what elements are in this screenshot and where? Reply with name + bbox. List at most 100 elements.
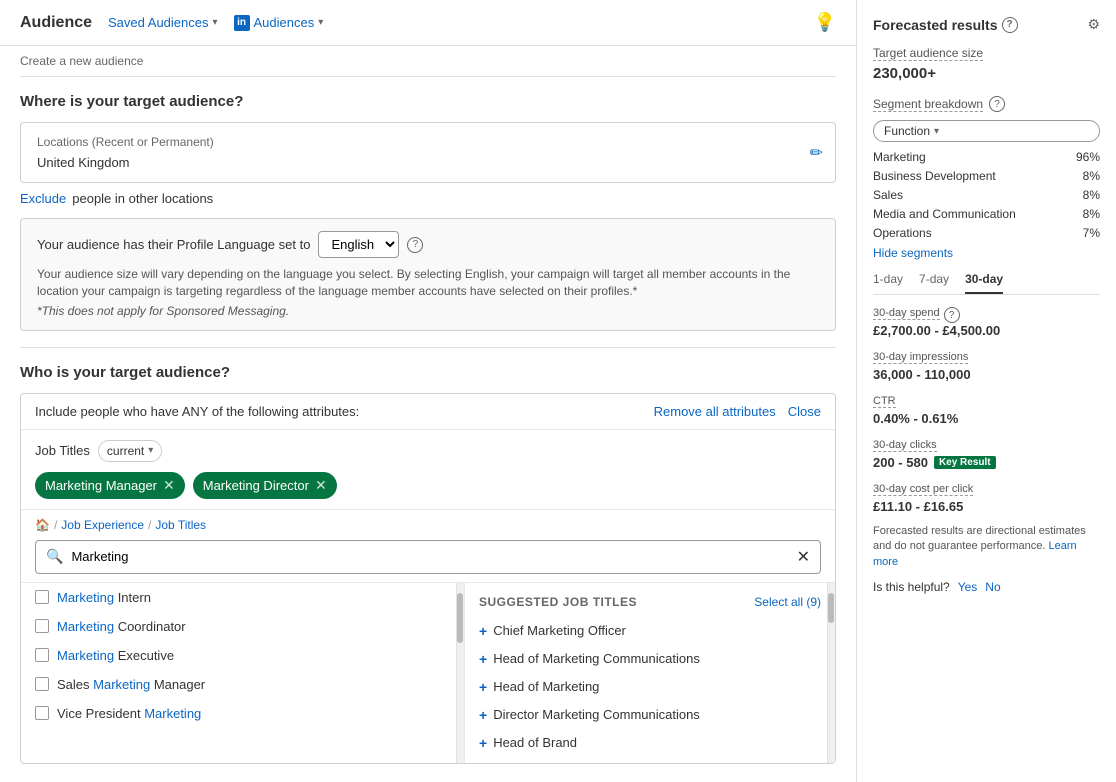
who-section-title: Who is your target audience? (20, 364, 836, 381)
list-item[interactable]: Sales Marketing Manager (21, 670, 464, 699)
suggested-label: Suggested Job Titles (479, 595, 637, 609)
function-dropdown[interactable]: Function ▾ (873, 120, 1100, 142)
list-item[interactable]: Marketing Executive (21, 641, 464, 670)
location-value: United Kingdom (37, 155, 819, 170)
tag-marketing-director-label: Marketing Director (203, 478, 309, 493)
page-subtitle: Create a new audience (0, 46, 856, 76)
metric-ctr-label: CTR (873, 395, 896, 408)
hide-segments-link[interactable]: Hide segments (873, 246, 1100, 260)
suggested-item-label-3: Director Marketing Communications (493, 707, 700, 722)
exclude-link[interactable]: Exclude (20, 191, 66, 206)
language-select[interactable]: English (318, 231, 399, 258)
metric-impressions: 30-day impressions 36,000 - 110,000 (873, 348, 1100, 382)
metric-cpc-value: £11.10 - £16.65 (873, 499, 1100, 514)
clear-search-icon[interactable]: ✕ (797, 547, 810, 567)
language-note: Your audience size will vary depending o… (37, 266, 819, 300)
segment-row-0: Marketing 96% (873, 150, 1100, 164)
result-checkbox-2[interactable] (35, 648, 49, 662)
metric-impressions-label: 30-day impressions (873, 351, 968, 364)
close-button[interactable]: Close (788, 404, 821, 419)
segment-pct-4: 7% (1083, 226, 1100, 240)
suggested-item-4[interactable]: + Head of Brand (465, 729, 835, 757)
search-input-wrapper: 🔍 ✕ (35, 540, 821, 574)
audiences-chevron-icon: ▾ (318, 17, 323, 28)
suggested-item-label-4: Head of Brand (493, 735, 577, 750)
bulb-icon[interactable]: 💡 (814, 12, 836, 33)
forecasted-panel: Forecasted results ? ⚙ Target audience s… (856, 0, 1116, 782)
breadcrumb-sep-1: / (54, 518, 57, 532)
search-icon: 🔍 (46, 548, 63, 565)
suggested-item-label-0: Chief Marketing Officer (493, 623, 626, 638)
gear-icon[interactable]: ⚙ (1087, 16, 1100, 33)
select-all-button[interactable]: Select all (9) (754, 595, 821, 609)
breadcrumb-job-experience[interactable]: Job Experience (61, 518, 144, 532)
target-size-label: Target audience size (873, 46, 983, 61)
include-text: Include people who have ANY of the follo… (35, 404, 359, 419)
breadcrumb-home-icon[interactable]: 🏠 (35, 518, 50, 532)
tab-30-day[interactable]: 30-day (965, 272, 1003, 294)
breadcrumb-job-titles[interactable]: Job Titles (155, 518, 206, 532)
tag-marketing-manager-remove[interactable]: ✕ (163, 477, 175, 494)
saved-audiences-chevron-icon: ▾ (212, 17, 217, 28)
language-box: Your audience has their Profile Language… (20, 218, 836, 331)
segment-name-2: Sales (873, 188, 903, 202)
metric-spend-help-icon[interactable]: ? (944, 307, 960, 323)
plus-icon-4: + (479, 735, 487, 751)
breadcrumb-sep-2: / (148, 518, 151, 532)
result-checkbox-3[interactable] (35, 677, 49, 691)
edit-icon[interactable]: ✏ (810, 143, 823, 163)
tag-marketing-director-remove[interactable]: ✕ (315, 477, 327, 494)
suggested-item-label-1: Head of Marketing Communications (493, 651, 700, 666)
segment-row-4: Operations 7% (873, 226, 1100, 240)
audiences-label: Audiences (254, 15, 315, 30)
tab-7-day[interactable]: 7-day (919, 272, 949, 294)
list-item[interactable]: Marketing Coordinator (21, 612, 464, 641)
language-help-icon[interactable]: ? (407, 237, 423, 253)
forecasted-help-icon[interactable]: ? (1002, 17, 1018, 33)
result-checkbox-4[interactable] (35, 706, 49, 720)
result-checkbox-0[interactable] (35, 590, 49, 604)
list-item[interactable]: Vice President Marketing (21, 699, 464, 728)
yes-button[interactable]: Yes (958, 580, 978, 594)
segment-name-3: Media and Communication (873, 207, 1016, 221)
segment-pct-2: 8% (1083, 188, 1100, 202)
segment-pct-3: 8% (1083, 207, 1100, 221)
list-item[interactable]: Marketing Intern (21, 583, 464, 612)
remove-all-button[interactable]: Remove all attributes (654, 404, 776, 419)
suggested-item-3[interactable]: + Director Marketing Communications (465, 701, 835, 729)
suggested-item-2[interactable]: + Head of Marketing (465, 673, 835, 701)
saved-audiences-button[interactable]: Saved Audiences ▾ (108, 15, 218, 30)
search-input[interactable] (71, 549, 788, 564)
metric-impressions-value: 36,000 - 110,000 (873, 367, 1100, 382)
language-label: Your audience has their Profile Language… (37, 237, 310, 252)
metric-30-day-spend: 30-day spend ? £2,700.00 - £4,500.00 (873, 307, 1100, 338)
audience-title: Audience (20, 14, 92, 32)
current-dropdown[interactable]: current ▾ (98, 440, 162, 462)
location-label: Locations (Recent or Permanent) (37, 135, 819, 149)
forecast-note: Forecasted results are directional estim… (873, 524, 1100, 570)
segment-name-4: Operations (873, 226, 932, 240)
metric-clicks: 30-day clicks 200 - 580 Key Result (873, 436, 1100, 470)
tab-1-day[interactable]: 1-day (873, 272, 903, 294)
result-checkbox-1[interactable] (35, 619, 49, 633)
search-section: 🏠 / Job Experience / Job Titles 🔍 ✕ (21, 509, 835, 582)
segment-pct-0: 96% (1076, 150, 1100, 164)
segment-help-icon[interactable]: ? (989, 96, 1005, 112)
plus-icon-0: + (479, 623, 487, 639)
audiences-button[interactable]: in Audiences ▾ (234, 15, 324, 31)
tag-marketing-director: Marketing Director ✕ (193, 472, 337, 499)
metric-spend-value: £2,700.00 - £4,500.00 (873, 323, 1100, 338)
suggested-item-1[interactable]: + Head of Marketing Communications (465, 645, 835, 673)
where-section-title: Where is your target audience? (20, 93, 836, 110)
no-button[interactable]: No (985, 580, 1000, 594)
job-titles-label: Job Titles (35, 443, 90, 458)
current-label: current (107, 444, 144, 458)
attributes-box: Include people who have ANY of the follo… (20, 393, 836, 764)
suggested-item-5[interactable]: + Vice President Marketing (465, 757, 835, 763)
saved-audiences-label: Saved Audiences (108, 15, 208, 30)
dropdown-results: Marketing Intern Marketing Coordinator M… (21, 582, 835, 763)
segment-name-1: Business Development (873, 169, 996, 183)
suggested-item-0[interactable]: + Chief Marketing Officer (465, 617, 835, 645)
segment-name-0: Marketing (873, 150, 926, 164)
segment-row-3: Media and Communication 8% (873, 207, 1100, 221)
